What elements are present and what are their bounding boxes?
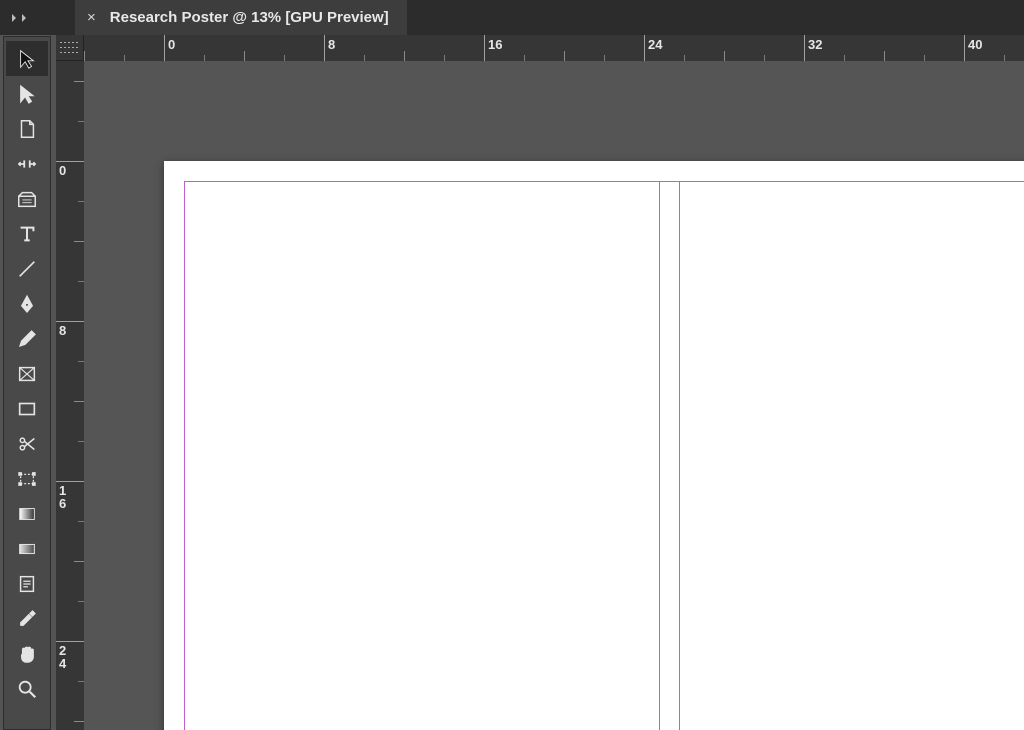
zoom-tool[interactable]: [6, 671, 48, 706]
app-root: × Research Poster @ 13% [GPU Preview] 0 8…: [0, 0, 1024, 730]
tab-strip: × Research Poster @ 13% [GPU Preview]: [0, 0, 1024, 35]
ruler-h-label: 8: [328, 37, 335, 52]
hand-tool[interactable]: [6, 636, 48, 671]
pencil-tool[interactable]: [6, 321, 48, 356]
document-tab-title: Research Poster @ 13% [GPU Preview]: [110, 9, 389, 26]
ruler-h-label: 32: [808, 37, 822, 52]
expand-panels-chevron[interactable]: [10, 8, 40, 28]
direct-selection-tool[interactable]: [6, 76, 48, 111]
ruler-h-label: 40: [968, 37, 982, 52]
page[interactable]: [164, 161, 1024, 730]
ruler-v-label: 8: [59, 324, 66, 337]
ruler-h-label: 24: [648, 37, 662, 52]
note-tool[interactable]: [6, 566, 48, 601]
ruler-h-label: 0: [168, 37, 175, 52]
rectangle-frame-tool[interactable]: [6, 356, 48, 391]
pen-tool[interactable]: [6, 286, 48, 321]
line-tool[interactable]: [6, 251, 48, 286]
ruler-origin[interactable]: [56, 35, 84, 61]
document-tab[interactable]: × Research Poster @ 13% [GPU Preview]: [75, 0, 407, 35]
vertical-ruler[interactable]: 0 8 16 24: [56, 61, 85, 730]
ruler-h-label: 16: [488, 37, 502, 52]
canvas-viewport[interactable]: [84, 61, 1024, 730]
column-guides: [184, 181, 1024, 730]
selection-tool[interactable]: [6, 41, 48, 76]
content-collector-tool[interactable]: [6, 181, 48, 216]
tool-panel: [3, 36, 51, 730]
ruler-v-label: 24: [59, 644, 66, 670]
eyedropper-tool[interactable]: [6, 601, 48, 636]
horizontal-ruler[interactable]: 0 8 16 24 32 40: [84, 35, 1024, 62]
close-tab-icon[interactable]: ×: [87, 10, 96, 25]
ruler-v-label: 16: [59, 484, 66, 510]
scissors-tool[interactable]: [6, 426, 48, 461]
ruler-v-label: 0: [59, 164, 66, 177]
page-tool[interactable]: [6, 111, 48, 146]
rectangle-tool[interactable]: [6, 391, 48, 426]
type-tool[interactable]: [6, 216, 48, 251]
gap-tool[interactable]: [6, 146, 48, 181]
gradient-feather-tool[interactable]: [6, 531, 48, 566]
workarea: 0 8 16 24 32 40 0 8 16 24: [56, 35, 1024, 730]
free-transform-tool[interactable]: [6, 461, 48, 496]
gradient-swatch-tool[interactable]: [6, 496, 48, 531]
